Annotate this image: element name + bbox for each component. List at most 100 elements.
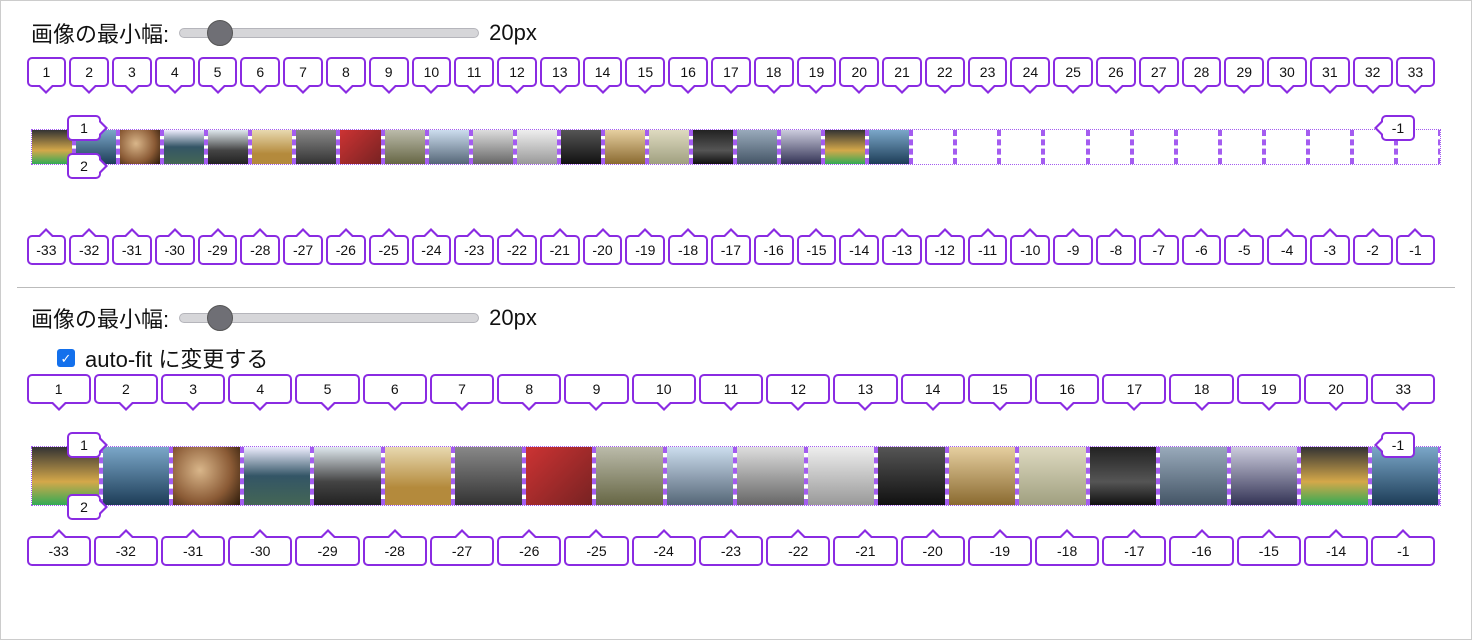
column-line-tag-top: 13 [540,57,580,87]
min-width-slider[interactable] [179,313,479,323]
column-line-tag-top: 11 [454,57,494,87]
column-line-tag-top: 2 [94,374,158,404]
thumbnail-image [455,447,522,505]
grid-item [118,130,162,164]
column-line-tag-bottom: -18 [668,235,708,265]
column-line-tag-bottom: -21 [540,235,580,265]
grid-demo-section-2: 画像の最小幅: 20px ✓ auto-fit に変更する 1234567891… [11,302,1461,568]
column-line-tag-top: 18 [754,57,794,87]
column-line-tag-top: 8 [326,57,366,87]
column-line-tag-bottom: -18 [1035,536,1099,566]
thumbnail-image [808,447,875,505]
column-line-tag-top: 9 [564,374,628,404]
column-line-tag-top: 7 [283,57,323,87]
column-line-tag-bottom: -7 [1139,235,1179,265]
column-line-tag-bottom: -17 [1102,536,1166,566]
grid-empty-cell [1220,130,1264,164]
thumbnail-image [825,130,865,164]
column-line-tag-bottom: -24 [412,235,452,265]
column-line-tag-bottom: -17 [711,235,751,265]
thumbnail-image [1090,447,1157,505]
min-width-label: 画像の最小幅: [31,17,169,49]
column-line-tag-bottom: -30 [228,536,292,566]
column-line-tag-bottom: -31 [112,235,152,265]
column-line-tag-top: 17 [711,57,751,87]
column-line-tag-top: 10 [412,57,452,87]
column-line-tag-bottom: -14 [1304,536,1368,566]
thumbnail-image [1231,447,1298,505]
grid-item [823,130,867,164]
grid-item [338,130,382,164]
column-line-tag-top: 21 [882,57,922,87]
column-line-tag-bottom: -9 [1053,235,1093,265]
thumbnail-image [737,130,777,164]
column-line-tag-top: 14 [583,57,623,87]
column-line-tag-bottom: -1 [1396,235,1436,265]
column-line-tag-top: 15 [625,57,665,87]
column-line-tag-bottom: -14 [839,235,879,265]
thumbnail-image [173,447,240,505]
grid-item [1299,447,1370,505]
thumbnail-image [1160,447,1227,505]
column-line-tag-bottom: -23 [454,235,494,265]
column-line-tag-top: 19 [797,57,837,87]
thumbnail-image [385,447,452,505]
column-line-tag-top: 4 [228,374,292,404]
column-line-tag-bottom: -27 [283,235,323,265]
column-line-tag-top: 19 [1237,374,1301,404]
column-line-tag-top: 6 [363,374,427,404]
grid-item [559,130,603,164]
column-line-tag-bottom: -15 [1237,536,1301,566]
column-line-tag-bottom: -1 [1371,536,1435,566]
column-line-tag-bottom: -19 [625,235,665,265]
column-line-tag-top: 31 [1310,57,1350,87]
column-line-tag-bottom: -8 [1096,235,1136,265]
column-line-tag-top: 22 [925,57,965,87]
column-line-tag-top: 14 [901,374,965,404]
thumbnail-image [103,447,170,505]
column-line-tag-bottom: -33 [27,235,67,265]
column-line-tag-top: 3 [161,374,225,404]
grid-item [515,130,559,164]
section-divider [17,287,1455,288]
grid-empty-cell [955,130,999,164]
min-width-slider[interactable] [179,28,479,38]
column-line-tag-bottom: -27 [430,536,494,566]
grid-item [427,130,471,164]
column-line-tag-top: 8 [497,374,561,404]
column-line-tag-bottom: -21 [833,536,897,566]
column-line-tag-bottom: -22 [766,536,830,566]
grid-item [206,130,250,164]
thumbnail-image [164,130,204,164]
grid-item [735,447,806,505]
column-line-tag-bottom: -20 [583,235,623,265]
column-line-tag-bottom: -31 [161,536,225,566]
grid-item [250,130,294,164]
thumbnail-image [385,130,425,164]
grid-track [31,446,1441,506]
column-line-tag-bottom: -33 [27,536,91,566]
column-line-tag-top: 10 [632,374,696,404]
column-line-tag-top: 28 [1182,57,1222,87]
grid-item [867,130,911,164]
thumbnail-image [517,130,557,164]
min-width-label: 画像の最小幅: [31,302,169,334]
grid-empty-cell [1043,130,1087,164]
row-line-tag-end: 2 [67,494,101,520]
thumbnail-image [737,447,804,505]
thumbnail-image [1301,447,1368,505]
column-line-tag-top: 1 [27,374,91,404]
min-width-control-1: 画像の最小幅: 20px [31,17,1461,49]
column-line-tag-top: 33 [1396,57,1436,87]
column-line-tag-bottom: -19 [968,536,1032,566]
column-line-tag-bottom: -24 [632,536,696,566]
grid-item [665,447,736,505]
grid-item [524,447,595,505]
thumbnail-image [605,130,645,164]
column-line-tag-top: 25 [1053,57,1093,87]
column-line-tag-bottom: -16 [754,235,794,265]
row-line-tag-start: 1 [67,115,101,141]
grid-item [806,447,877,505]
grid-item [101,447,172,505]
column-line-tag-top: 1 [27,57,67,87]
